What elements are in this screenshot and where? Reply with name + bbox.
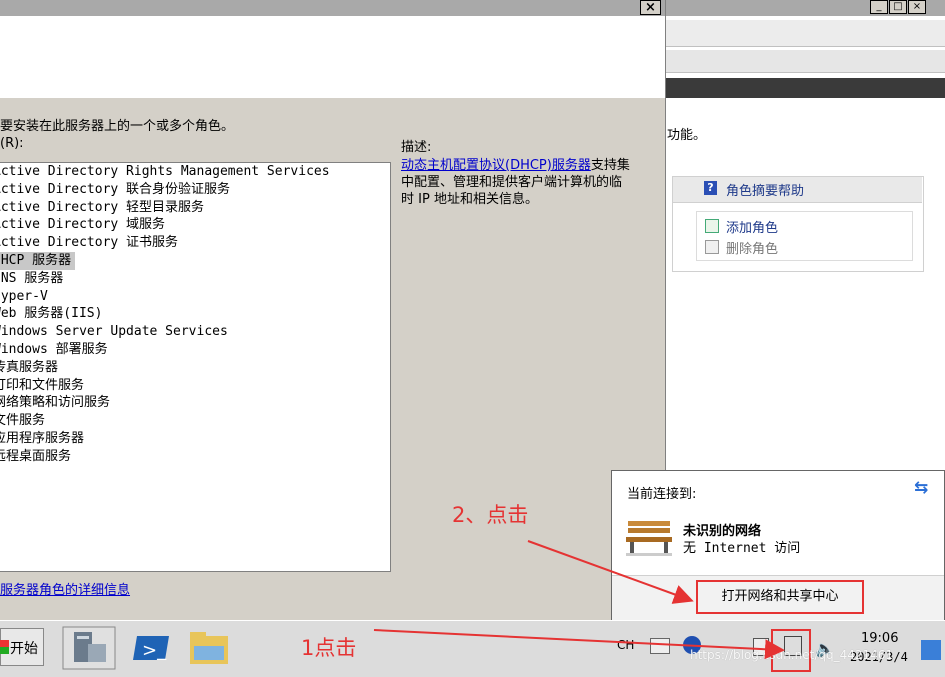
role-item[interactable]: Windows Server Update Services xyxy=(0,324,228,339)
role-item[interactable]: 远程桌面服务 xyxy=(0,449,71,464)
role-item[interactable]: 应用程序服务器 xyxy=(0,431,84,446)
role-item[interactable]: 文件服务 xyxy=(0,413,45,428)
role-row[interactable]: 应用程序服务器 xyxy=(0,430,390,448)
wizard-header xyxy=(0,16,665,99)
server-manager-close-button[interactable]: × xyxy=(908,0,926,14)
remove-roles-link[interactable]: 删除角色 xyxy=(726,238,778,257)
role-item[interactable]: DHCP 服务器 xyxy=(0,251,76,270)
role-list[interactable]: Active Directory Rights Management Servi… xyxy=(0,162,391,572)
role-row[interactable]: 打印和文件服务 xyxy=(0,377,390,395)
maximize-button[interactable]: □ xyxy=(889,0,907,14)
minimize-button[interactable]: _ xyxy=(870,0,888,14)
add-role-icon xyxy=(705,219,719,233)
role-item[interactable]: Active Directory 联合身份验证服务 xyxy=(0,182,230,197)
role-row[interactable]: Hyper-V xyxy=(0,288,390,306)
refresh-icon[interactable]: ⇆ xyxy=(914,478,928,498)
role-row[interactable]: Active Directory 联合身份验证服务 xyxy=(0,181,390,199)
role-row[interactable]: Windows 部署服务 xyxy=(0,341,390,359)
remove-role-icon xyxy=(705,240,719,254)
role-details-link[interactable]: 服务器角色的详细信息 xyxy=(0,579,130,598)
role-item[interactable]: DNS 服务器 xyxy=(0,271,63,286)
role-row[interactable]: 文件服务 xyxy=(0,412,390,430)
wizard-instruction: 要安装在此服务器上的一个或多个角色。 xyxy=(0,119,235,134)
section-header xyxy=(666,78,945,98)
description-text: 动态主机配置协议(DHCP)服务器支持集中配置、管理和提供客户端计算机的临时 I… xyxy=(401,157,633,208)
start-label: 开始 xyxy=(10,641,38,657)
role-row[interactable]: Active Directory 轻型目录服务 xyxy=(0,199,390,217)
role-row[interactable]: Active Directory 证书服务 xyxy=(0,234,390,252)
description-label: 描述: xyxy=(401,140,432,155)
role-item[interactable]: Windows 部署服务 xyxy=(0,342,108,357)
clock-time[interactable]: 19:06 xyxy=(861,631,898,646)
roles-summary-help-link[interactable]: 角色摘要帮助 xyxy=(726,180,804,199)
svg-text:>_: >_ xyxy=(142,640,167,661)
server-manager-taskbar-icon[interactable] xyxy=(62,626,116,670)
explorer-taskbar-icon[interactable] xyxy=(182,626,236,670)
role-row[interactable]: Web 服务器(IIS) xyxy=(0,305,390,323)
role-row[interactable]: DNS 服务器 xyxy=(0,270,390,288)
role-row[interactable]: Windows Server Update Services xyxy=(0,323,390,341)
role-item[interactable]: 打印和文件服务 xyxy=(0,378,84,393)
network-access-status: 无 Internet 访问 xyxy=(683,541,801,556)
bench-network-icon xyxy=(626,521,672,556)
roles-label: (R): xyxy=(0,136,24,151)
powershell-taskbar-icon[interactable]: >_ xyxy=(125,626,179,670)
watermark: https://blog.csdn.net/qq_4421461 xyxy=(690,648,894,662)
role-item[interactable]: 网络策略和访问服务 xyxy=(0,395,110,410)
annotation-step2: 2、点击 xyxy=(452,503,529,527)
role-row[interactable]: Active Directory 域服务 xyxy=(0,216,390,234)
role-item[interactable]: Hyper-V xyxy=(0,289,48,304)
features-text: 功能。 xyxy=(667,128,707,143)
windows-flag-icon xyxy=(0,640,9,654)
dhcp-description-link[interactable]: 动态主机配置协议(DHCP)服务器 xyxy=(401,158,591,173)
role-row[interactable]: 传真服务器 xyxy=(0,359,390,377)
open-network-sharing-center-link[interactable]: 打开网络和共享中心 xyxy=(696,580,864,614)
role-row[interactable]: 远程桌面服务 xyxy=(0,448,390,466)
role-row[interactable]: Active Directory Rights Management Servi… xyxy=(0,163,390,181)
keyboard-icon[interactable] xyxy=(650,638,670,654)
wizard-close-button[interactable]: × xyxy=(640,0,661,15)
role-row[interactable]: 网络策略和访问服务 xyxy=(0,394,390,412)
role-item[interactable]: Active Directory Rights Management Servi… xyxy=(0,164,330,179)
role-item[interactable]: Active Directory 证书服务 xyxy=(0,235,178,250)
add-roles-link[interactable]: 添加角色 xyxy=(726,217,778,236)
wizard-title-bar xyxy=(0,0,665,16)
role-item[interactable]: Active Directory 轻型目录服务 xyxy=(0,200,204,215)
role-item[interactable]: Web 服务器(IIS) xyxy=(0,306,102,321)
role-item[interactable]: Active Directory 域服务 xyxy=(0,217,165,232)
language-indicator[interactable]: CH xyxy=(617,638,634,652)
role-row[interactable]: DHCP 服务器 xyxy=(0,251,390,270)
help-icon: ? xyxy=(704,181,717,195)
role-item[interactable]: 传真服务器 xyxy=(0,360,58,375)
annotation-step1: 1点击 xyxy=(301,636,357,660)
menu-bar xyxy=(666,20,945,47)
currently-connected-label: 当前连接到: xyxy=(627,487,697,502)
show-desktop-button[interactable] xyxy=(921,640,941,660)
toolbar xyxy=(666,50,945,73)
